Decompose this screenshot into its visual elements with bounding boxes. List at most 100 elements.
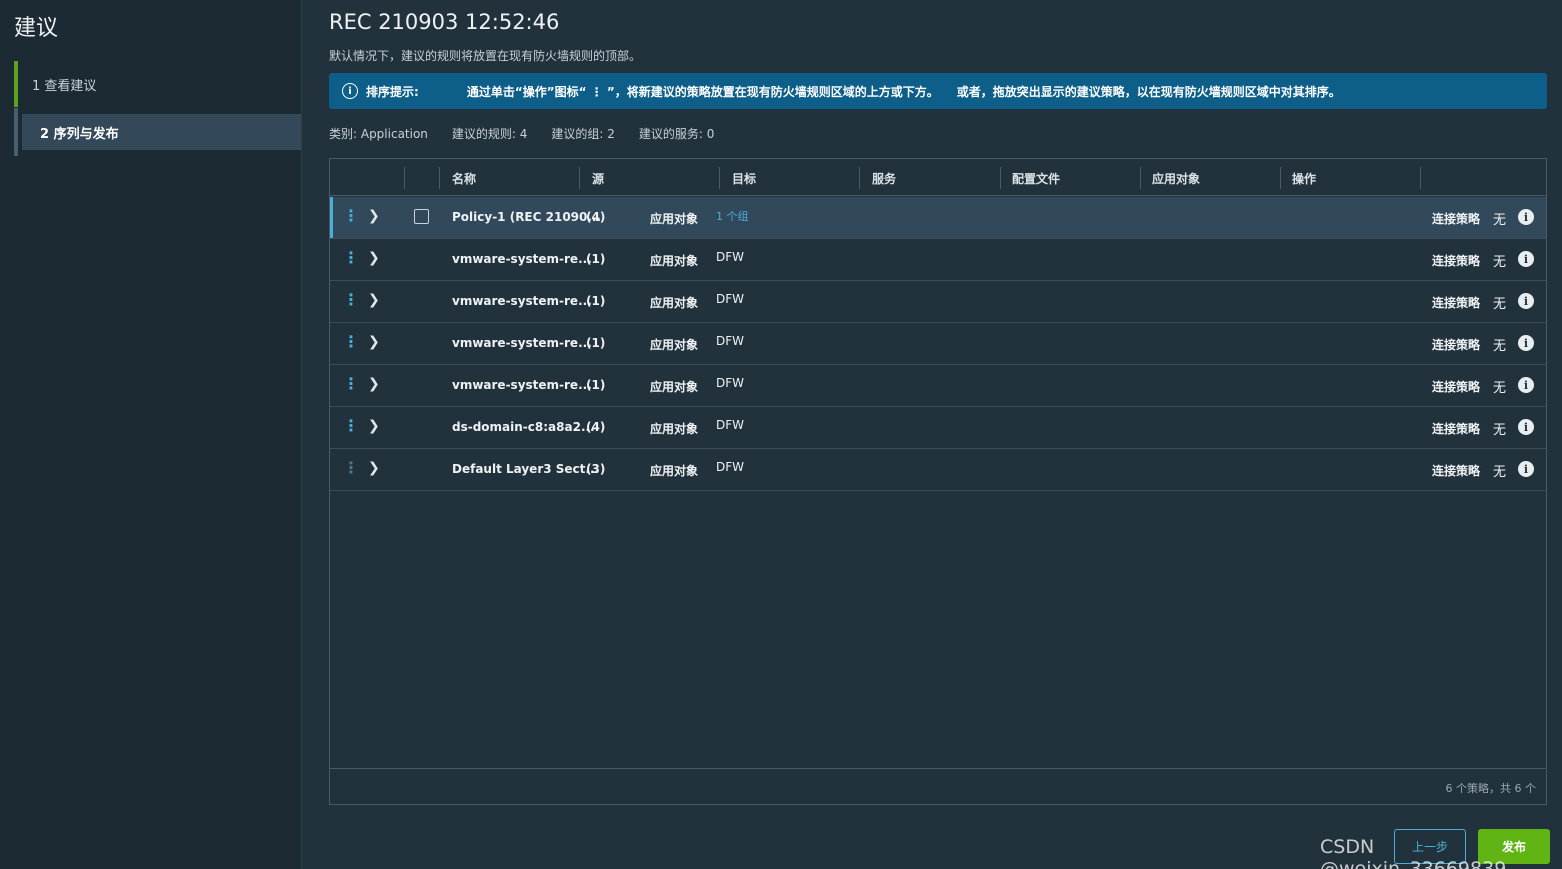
column-separator[interactable] [1420,167,1421,189]
main-content: REC 210903 12:52:46 默认情况下，建议的规则将放置在现有防火墙… [329,0,1547,869]
kebab-menu-icon[interactable]: ⋮ [343,418,359,434]
policy-target: DFW [716,460,745,474]
policy-source: 应用对象 [650,380,699,394]
connection-policy-label: 连接策略 [1432,338,1481,352]
info-icon[interactable]: i [1518,335,1534,351]
policy-name: vmware-system-re... [452,336,592,350]
policy-source: 应用对象 [650,296,699,310]
chevron-right-icon[interactable]: ❯ [368,418,380,434]
column-header-source[interactable]: 源 [592,170,604,187]
kebab-menu-icon[interactable]: ⋮ [343,376,359,392]
column-header-applied-to[interactable]: 应用对象 [1152,170,1200,187]
kebab-menu-icon: ⋮ [343,458,359,477]
policy-source: 应用对象 [650,464,699,478]
info-icon[interactable]: i [1518,461,1534,477]
connection-policy-label: 连接策略 [1432,296,1481,310]
column-separator[interactable] [1000,167,1001,189]
column-separator[interactable] [859,167,860,189]
connection-policy-label: 连接策略 [1432,254,1481,268]
info-icon[interactable]: i [1518,209,1534,225]
policy-grid: 名称 源 目标 服务 配置文件 应用对象 操作 ⋮ ❯ Policy-1 (RE… [329,158,1547,805]
recommendation-stats: 类别: Application 建议的规则: 4 建议的组: 2 建议的服务: … [329,125,714,142]
connection-policy-label: 连接策略 [1432,380,1481,394]
connection-policy-value: 无 [1493,213,1507,228]
connection-policy-label: 连接策略 [1432,422,1481,436]
chevron-right-icon[interactable]: ❯ [368,250,380,266]
policy-source: 应用对象 [650,338,699,352]
info-icon[interactable]: i [1518,377,1534,393]
rule-count: (4) [586,210,606,224]
column-separator[interactable] [719,167,720,189]
column-separator[interactable] [439,167,440,189]
table-row[interactable]: ⋮ ❯ ds-domain-c8:a8a2... (4) 应用对象 DFW 连接… [330,407,1546,449]
connection-policy-value: 无 [1493,255,1507,270]
column-header-target[interactable]: 目标 [732,170,756,187]
step-sequence-publish[interactable]: 2 序列与发布 [22,114,301,150]
grid-header: 名称 源 目标 服务 配置文件 应用对象 操作 [330,159,1546,196]
column-separator[interactable] [404,167,405,189]
connection-policy-label: 连接策略 [1432,464,1481,478]
step-active-indicator [14,61,18,107]
pagination-text: 6 个策略，共 6 个 [1445,782,1537,795]
alert-text-2: 或者，拖放突出显示的建议策略，以在现有防火墙规则区域中对其排序。 [956,84,1341,99]
column-separator[interactable] [1140,167,1141,189]
chevron-right-icon[interactable]: ❯ [368,292,380,308]
column-header-profile[interactable]: 配置文件 [1012,170,1060,187]
policy-name: vmware-system-re... [452,378,592,392]
column-header-action[interactable]: 操作 [1292,170,1316,187]
stat-groups: 建议的组: 2 [551,127,615,141]
info-circle-icon: i [342,83,358,99]
table-row[interactable]: ⋮ ❯ vmware-system-re... (1) 应用对象 DFW 连接策… [330,323,1546,365]
kebab-menu-icon[interactable]: ⋮ [343,292,359,308]
page-title: REC 210903 12:52:46 [329,10,560,34]
stat-rules: 建议的规则: 4 [451,127,528,141]
kebab-menu-icon[interactable]: ⋮ [343,250,359,266]
policy-name: Default Layer3 Sect... [452,462,600,476]
policy-target: DFW [716,376,745,390]
column-separator[interactable] [1280,167,1281,189]
chevron-right-icon[interactable]: ❯ [368,460,380,476]
step-review-recommendation[interactable]: 1 查看建议 [14,61,301,107]
table-row[interactable]: ⋮ ❯ vmware-system-re... (1) 应用对象 DFW 连接策… [330,239,1546,281]
rule-count: (1) [586,336,606,350]
page-description: 默认情况下，建议的规则将放置在现有防火墙规则的顶部。 [329,49,642,63]
stat-services: 建议的服务: 0 [638,127,715,141]
table-row[interactable]: ⋮ ❯ Policy-1 (REC 21090... (4) 应用对象 1 个组… [330,197,1546,239]
connection-policy-label: 连接策略 [1432,212,1481,226]
rule-count: (1) [586,378,606,392]
info-icon[interactable]: i [1518,293,1534,309]
policy-name: Policy-1 (REC 21090... [452,210,602,224]
connection-policy-value: 无 [1493,465,1507,480]
table-row[interactable]: ⋮ ❯ vmware-system-re... (1) 应用对象 DFW 连接策… [330,281,1546,323]
alert-text: 通过单击“操作”图标“ ⋮ ”，将新建议的策略放置在现有防火墙规则区域的上方或下… [466,84,939,99]
column-header-service[interactable]: 服务 [872,170,896,187]
alert-title: 排序提示: [366,84,419,99]
kebab-menu-icon[interactable]: ⋮ [343,334,359,350]
policy-target-link[interactable]: 1 个组 [716,208,749,224]
policy-source: 应用对象 [650,212,699,226]
chevron-right-icon[interactable]: ❯ [368,208,380,224]
policy-name: vmware-system-re... [452,294,592,308]
chevron-right-icon[interactable]: ❯ [368,376,380,392]
info-icon[interactable]: i [1518,251,1534,267]
chevron-right-icon[interactable]: ❯ [368,334,380,350]
table-row[interactable]: ⋮ ❯ Default Layer3 Sect... (3) 应用对象 DFW … [330,449,1546,491]
policy-target: DFW [716,418,745,432]
policy-source: 应用对象 [650,422,699,436]
column-separator[interactable] [579,167,580,189]
step-label: 2 序列与发布 [40,126,119,142]
info-icon[interactable]: i [1518,419,1534,435]
sidebar-title: 建议 [14,16,59,41]
policy-target: DFW [716,334,745,348]
sort-hint-alert: i 排序提示: 通过单击“操作”图标“ ⋮ ”，将新建议的策略放置在现有防火墙规… [329,73,1547,109]
watermark-text: CSDN @weixin_33669839 [1320,836,1507,869]
table-row[interactable]: ⋮ ❯ vmware-system-re... (1) 应用对象 DFW 连接策… [330,365,1546,407]
kebab-menu-icon[interactable]: ⋮ [343,208,359,224]
policy-target: DFW [716,250,745,264]
column-header-name[interactable]: 名称 [452,170,476,187]
policy-source: 应用对象 [650,254,699,268]
policy-name: vmware-system-re... [452,252,592,266]
row-checkbox[interactable] [414,209,429,224]
stat-category: 类别: Application [329,127,428,141]
rule-count: (3) [586,462,606,476]
